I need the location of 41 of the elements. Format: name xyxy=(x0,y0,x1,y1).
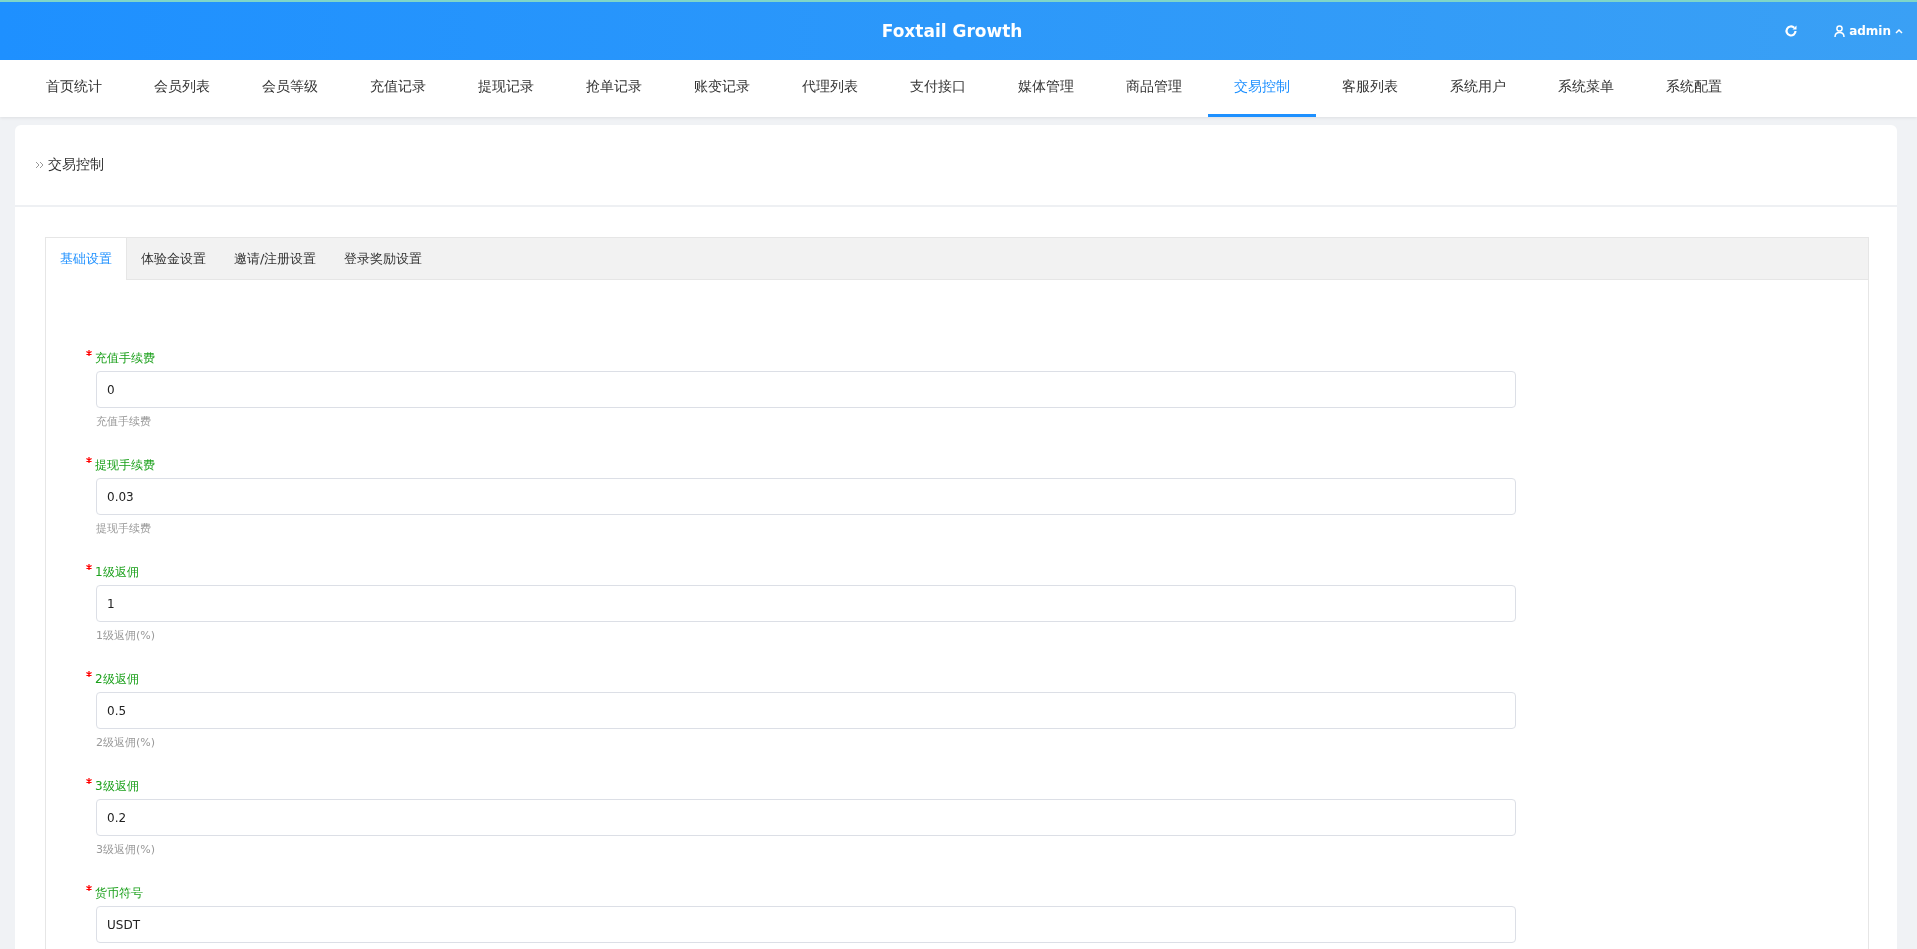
field-label: 2级返佣 xyxy=(95,671,139,688)
nav-tab[interactable]: 系统配置 xyxy=(1640,60,1748,117)
caret-icon xyxy=(1895,28,1903,34)
breadcrumb: 交易控制 xyxy=(48,156,104,174)
help-text: 2级返佣(%) xyxy=(96,735,157,750)
nav-tab[interactable]: 代理列表 xyxy=(776,60,884,117)
nav-tab[interactable]: 充值记录 xyxy=(344,60,452,117)
nav-tab[interactable]: 系统用户 xyxy=(1424,60,1532,117)
input-field[interactable]: 1 xyxy=(96,585,1516,622)
user-icon xyxy=(1834,25,1846,37)
field-label: 货币符号 xyxy=(95,885,143,902)
input-field[interactable]: 0.5 xyxy=(96,692,1516,729)
input-field[interactable]: USDT xyxy=(96,906,1516,943)
settings-tab[interactable]: 邀请/注册设置 xyxy=(220,238,331,279)
nav-tab[interactable]: 客服列表 xyxy=(1316,60,1424,117)
help-text: 充值手续费 xyxy=(96,414,152,429)
nav-tab[interactable]: 会员列表 xyxy=(128,60,236,117)
input-field[interactable]: 0.03 xyxy=(96,478,1516,515)
field-label: 充值手续费 xyxy=(95,350,155,367)
help-text: 1级返佣(%) xyxy=(96,628,157,643)
settings-tab[interactable]: 登录奖励设置 xyxy=(330,238,437,279)
nav-tab[interactable]: 系统菜单 xyxy=(1532,60,1640,117)
help-text: 提现手续费 xyxy=(96,521,152,536)
nav-tab[interactable]: 会员等级 xyxy=(236,60,344,117)
nav-tab[interactable]: 提现记录 xyxy=(452,60,560,117)
app-title: Foxtail Growth xyxy=(880,21,1024,41)
nav-tab[interactable]: 首页统计 xyxy=(20,60,128,117)
nav-tab[interactable]: 支付接口 xyxy=(884,60,992,117)
field-label: 提现手续费 xyxy=(95,457,155,474)
field-label: 3级返佣 xyxy=(95,778,139,795)
refresh-icon[interactable] xyxy=(1784,24,1799,38)
input-field[interactable]: 0.2 xyxy=(96,799,1516,836)
nav-tab[interactable]: 账变记录 xyxy=(668,60,776,117)
field-label: 1级返佣 xyxy=(95,564,139,581)
nav-tab[interactable]: 媒体管理 xyxy=(992,60,1100,117)
nav-tab[interactable]: 商品管理 xyxy=(1100,60,1208,117)
nav-tab[interactable]: 抢单记录 xyxy=(560,60,668,117)
settings-tab[interactable]: 体验金设置 xyxy=(127,238,220,279)
help-text: 3级返佣(%) xyxy=(96,842,157,857)
input-field[interactable]: 0 xyxy=(96,371,1516,408)
double-chevron-icon xyxy=(35,161,44,169)
